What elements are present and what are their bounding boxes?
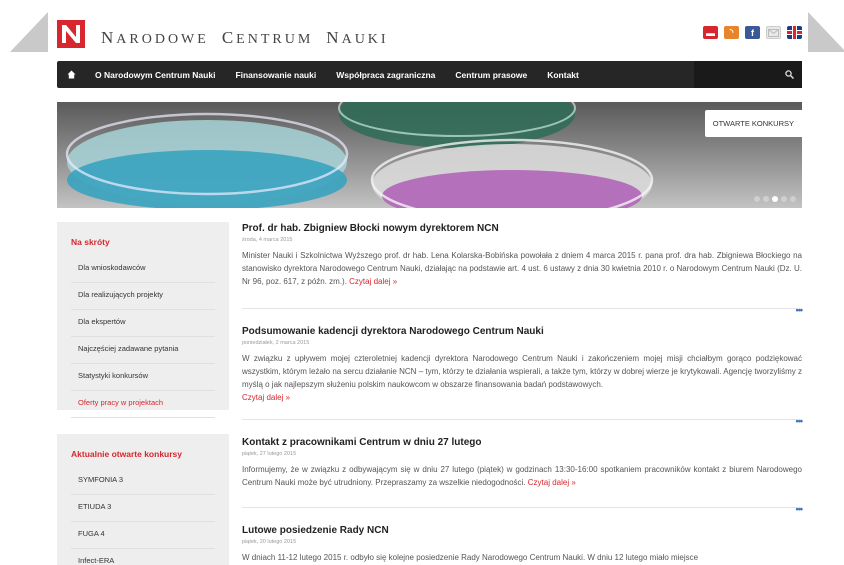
main-navbar: O Narodowym Centrum Nauki Finansowanie n… <box>57 61 802 88</box>
sidebar-item-experts[interactable]: Dla ekspertów <box>71 310 215 337</box>
news-article: Prof. dr hab. Zbigniew Błocki nowym dyre… <box>242 222 803 315</box>
news-article: Lutowe posiedzenie Rady NCN piątek, 20 l… <box>242 524 802 564</box>
sidebar-item-faq[interactable]: Najczęściej zadawane pytania <box>71 337 215 364</box>
call-item-etiuda[interactable]: ETIUDA 3 <box>71 495 215 522</box>
read-more-link[interactable]: Czytaj dalej » <box>349 277 397 286</box>
article-title[interactable]: Kontakt z pracownikami Centrum w dniu 27… <box>242 436 802 449</box>
article-text: W związku z upływem mojej czteroletniej … <box>242 354 802 389</box>
call-item-symfonia[interactable]: SYMFONIA 3 <box>71 468 215 495</box>
sidebar-item-job-offers[interactable]: Oferty pracy w projektach <box>71 391 215 418</box>
slider-dot-active[interactable] <box>772 196 778 202</box>
uk-flag-icon[interactable] <box>787 26 802 39</box>
open-calls-button[interactable]: OTWARTE KONKURSY <box>704 110 802 137</box>
article-text: Informujemy, że w związku z odbywającym … <box>242 465 802 487</box>
slider-dot[interactable] <box>754 196 760 202</box>
news-article: Podsumowanie kadencji dyrektora Narodowe… <box>242 325 803 426</box>
article-date: piątek, 27 lutego 2015 <box>242 451 297 457</box>
article-title[interactable]: Podsumowanie kadencji dyrektora Narodowe… <box>242 325 802 338</box>
article-date: piątek, 20 lutego 2015 <box>242 539 297 545</box>
site-title-word: NAUKI <box>326 28 389 47</box>
article-body: W dniach 11-12 lutego 2015 r. odbyło się… <box>242 553 699 562</box>
site-header: NARODOWE CENTRUM NAUKI ▬ ◝ f <box>57 20 802 54</box>
read-more-link[interactable]: Czytaj dalej » <box>528 478 576 487</box>
more-dots-icon[interactable]: ••• <box>796 504 804 514</box>
hero-slider[interactable]: OTWARTE KONKURSY <box>57 102 802 208</box>
corner-decoration-left <box>10 12 48 52</box>
article-body: Minister Nauki i Szkolnictwa Wyższego pr… <box>242 249 802 288</box>
nav-item-international[interactable]: Współpraca zagraniczna <box>326 70 445 80</box>
bip-icon[interactable]: ▬ <box>703 26 718 39</box>
slider-dot[interactable] <box>790 196 796 202</box>
ncn-logo-icon[interactable] <box>57 20 85 48</box>
news-list: Prof. dr hab. Zbigniew Błocki nowym dyre… <box>242 222 803 564</box>
call-item-fuga[interactable]: FUGA 4 <box>71 522 215 549</box>
mail-icon[interactable] <box>766 26 781 39</box>
site-title[interactable]: NARODOWE CENTRUM NAUKI <box>101 28 389 48</box>
header-icons: ▬ ◝ f <box>703 26 802 39</box>
nav-item-contact[interactable]: Kontakt <box>537 70 589 80</box>
facebook-icon[interactable]: f <box>745 26 760 39</box>
slider-dots <box>754 196 796 202</box>
nav-item-funding[interactable]: Finansowanie nauki <box>225 70 326 80</box>
news-article: Kontakt z pracownikami Centrum w dniu 27… <box>242 436 803 514</box>
article-date: środa, 4 marca 2015 <box>242 237 293 243</box>
site-title-word: CENTRUM <box>221 28 314 47</box>
shortcuts-box: Na skróty Dla wnioskodawców Dla realizuj… <box>57 222 229 418</box>
sidebar-item-project-holders[interactable]: Dla realizujących projekty <box>71 283 215 310</box>
open-calls-title: Aktualnie otwarte konkursy <box>71 449 183 459</box>
nav-item-about[interactable]: O Narodowym Centrum Nauki <box>85 70 225 80</box>
home-icon[interactable] <box>57 61 85 88</box>
site-title-word: NARODOWE <box>101 28 209 47</box>
rss-icon[interactable]: ◝ <box>724 26 739 39</box>
article-title[interactable]: Prof. dr hab. Zbigniew Błocki nowym dyre… <box>242 222 802 235</box>
sidebar-item-applicants[interactable]: Dla wnioskodawców <box>71 256 215 283</box>
slider-dot[interactable] <box>781 196 787 202</box>
more-dots-icon[interactable]: ••• <box>796 416 804 426</box>
more-dots-icon[interactable]: ••• <box>796 305 804 315</box>
nav-item-press[interactable]: Centrum prasowe <box>445 70 537 80</box>
corner-decoration-right <box>808 12 844 52</box>
search-icon[interactable] <box>694 61 802 88</box>
article-title[interactable]: Lutowe posiedzenie Rady NCN <box>242 524 802 537</box>
petri-dish-image <box>57 102 802 208</box>
slider-dot[interactable] <box>763 196 769 202</box>
sidebar-item-statistics[interactable]: Statystyki konkursów <box>71 364 215 391</box>
article-body: Informujemy, że w związku z odbywającym … <box>242 463 802 489</box>
article-text: Minister Nauki i Szkolnictwa Wyższego pr… <box>242 251 802 286</box>
article-date: poniedziałek, 2 marca 2015 <box>242 340 310 346</box>
read-more-link[interactable]: Czytaj dalej » <box>242 393 290 402</box>
call-item-infect-era[interactable]: Infect-ERA <box>71 549 215 565</box>
article-body: W związku z upływem mojej czteroletniej … <box>242 352 802 404</box>
open-calls-box: Aktualnie otwarte konkursy SYMFONIA 3 ET… <box>57 434 229 565</box>
shortcuts-title: Na skróty <box>71 237 110 247</box>
